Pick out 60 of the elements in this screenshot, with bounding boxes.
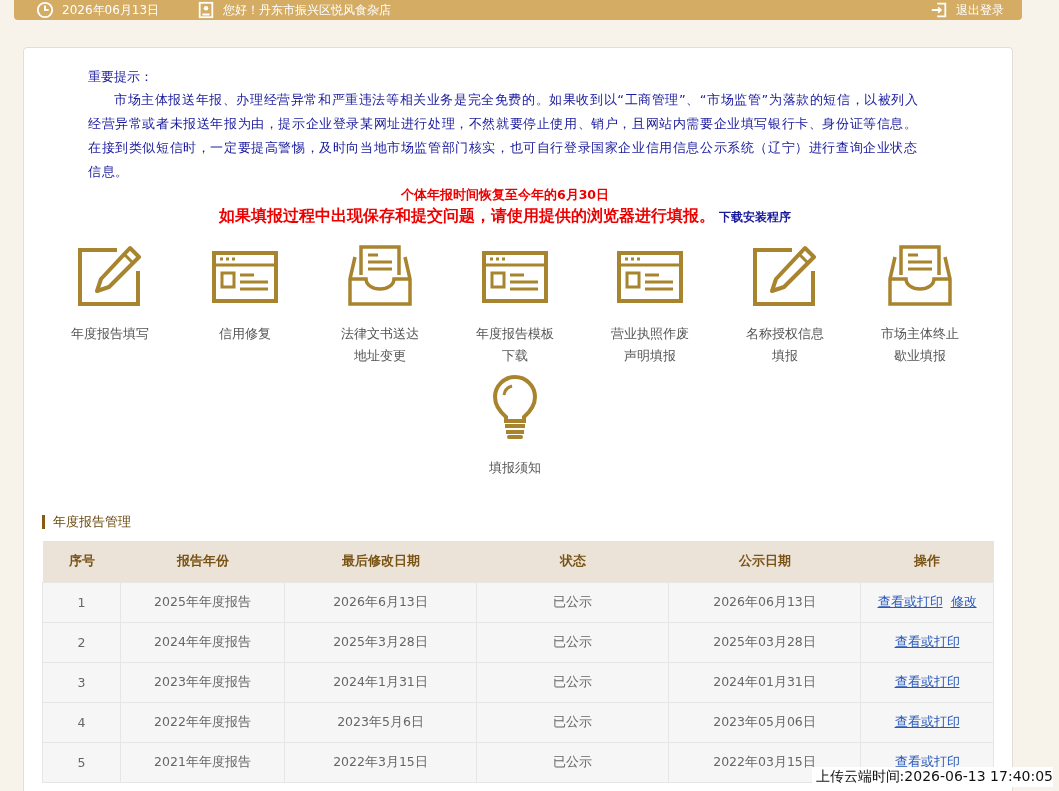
table-cell: 2023年05月06日 [668,702,861,743]
service-link[interactable]: 营业执照作废 声明填报 [610,323,689,367]
table-cell: 已公示 [476,582,669,623]
column-header: 公示日期 [668,541,861,583]
table-cell: 已公示 [476,662,669,703]
edit-pencil-icon[interactable] [751,245,818,307]
notice-title: 重要提示： [88,68,154,86]
table-cell: 2026年6月13日 [284,582,477,623]
service-link[interactable]: 年度报告模板 下载 [475,323,554,367]
action-link[interactable]: 查看或打印 [894,714,960,729]
table-cell: 4 [42,702,121,743]
table-cell: 2025年03月28日 [668,622,861,663]
service-link[interactable]: 市场主体终止 歇业填报 [880,323,959,367]
download-link[interactable]: 下载安装程序 [719,210,791,224]
table-cell: 2024年01月31日 [668,662,861,703]
deadline-text: 个体年报时间恢复至今年的6月30日 [399,186,611,204]
user-card-icon [197,1,216,19]
upload-time-stamp: 上传云端时间:2026-06-13 17:40:05 [811,767,1053,787]
service-link[interactable]: 年度报告填写 [70,323,149,345]
table-cell: 已公示 [476,742,669,783]
table-cell: 3 [42,662,121,703]
lightbulb-icon[interactable] [491,375,538,441]
column-header: 操作 [860,541,994,583]
table-cell: 2024年年度报告 [120,622,285,663]
document-tray-icon[interactable] [346,245,413,307]
table-cell: 2022年年度报告 [120,702,285,743]
column-header: 序号 [42,541,121,583]
action-link[interactable]: 查看或打印 [894,674,960,689]
action-link[interactable]: 查看或打印 [877,594,943,609]
table-cell: 已公示 [476,702,669,743]
service-link[interactable]: 填报须知 [488,457,541,479]
notice-text: 市场主体报送年报、办理经营异常和严重违法等相关业务是完全免费的。如果收到以“工商管理”、“市场监管”为落款的短信，以被列入经营异常或者未报送年报为由，提示企业登录某网址进行处理，不然就要停止使用、销户，且网站内需要企业填写银行卡、身份证等信息。在接到类似短信时，一定要提高警惕，及时向当地市场监管部门核实，也可自行登录国家企业信用信息公示系统（辽宁）进行查询企业状态信息。 [88,91,920,181]
column-header: 最后修改日期 [284,541,477,583]
warning-text: 如果填报过程中出现保存和提交问题，请使用提供的浏览器进行填报。 [219,207,715,225]
clock-icon [36,1,54,19]
document-tray-icon[interactable] [886,245,953,307]
action-link[interactable]: 查看或打印 [894,634,960,649]
section-title: 年度报告管理 [42,515,1012,529]
table-cell: 2023年年度报告 [120,662,285,703]
table-cell: 2024年1月31日 [284,662,477,703]
service-link[interactable]: 名称授权信息 填报 [745,323,824,367]
greeting-text: 您好！丹东市振兴区悦风食杂店 [223,1,392,19]
column-header: 报告年份 [120,541,285,583]
table-cell: 1 [42,582,121,623]
table-cell: 2023年5月6日 [284,702,477,743]
table-cell: 已公示 [476,622,669,663]
column-header: 状态 [476,541,669,583]
table-cell: 2026年06月13日 [668,582,861,623]
service-link[interactable]: 信用修复 [218,323,271,345]
service-link[interactable]: 法律文书送达 地址变更 [340,323,419,367]
table-cell: 2 [42,622,121,663]
date-text: 2026年06月13日 [62,1,160,19]
table-cell: 5 [42,742,121,783]
action-link[interactable]: 修改 [950,594,977,609]
table-cell: 2025年3月28日 [284,622,477,663]
table-cell: 2022年3月15日 [284,742,477,783]
table-cell: 2021年年度报告 [120,742,285,783]
edit-pencil-icon[interactable] [76,245,143,307]
table-cell: 2025年年度报告 [120,582,285,623]
logout-icon [930,1,948,19]
